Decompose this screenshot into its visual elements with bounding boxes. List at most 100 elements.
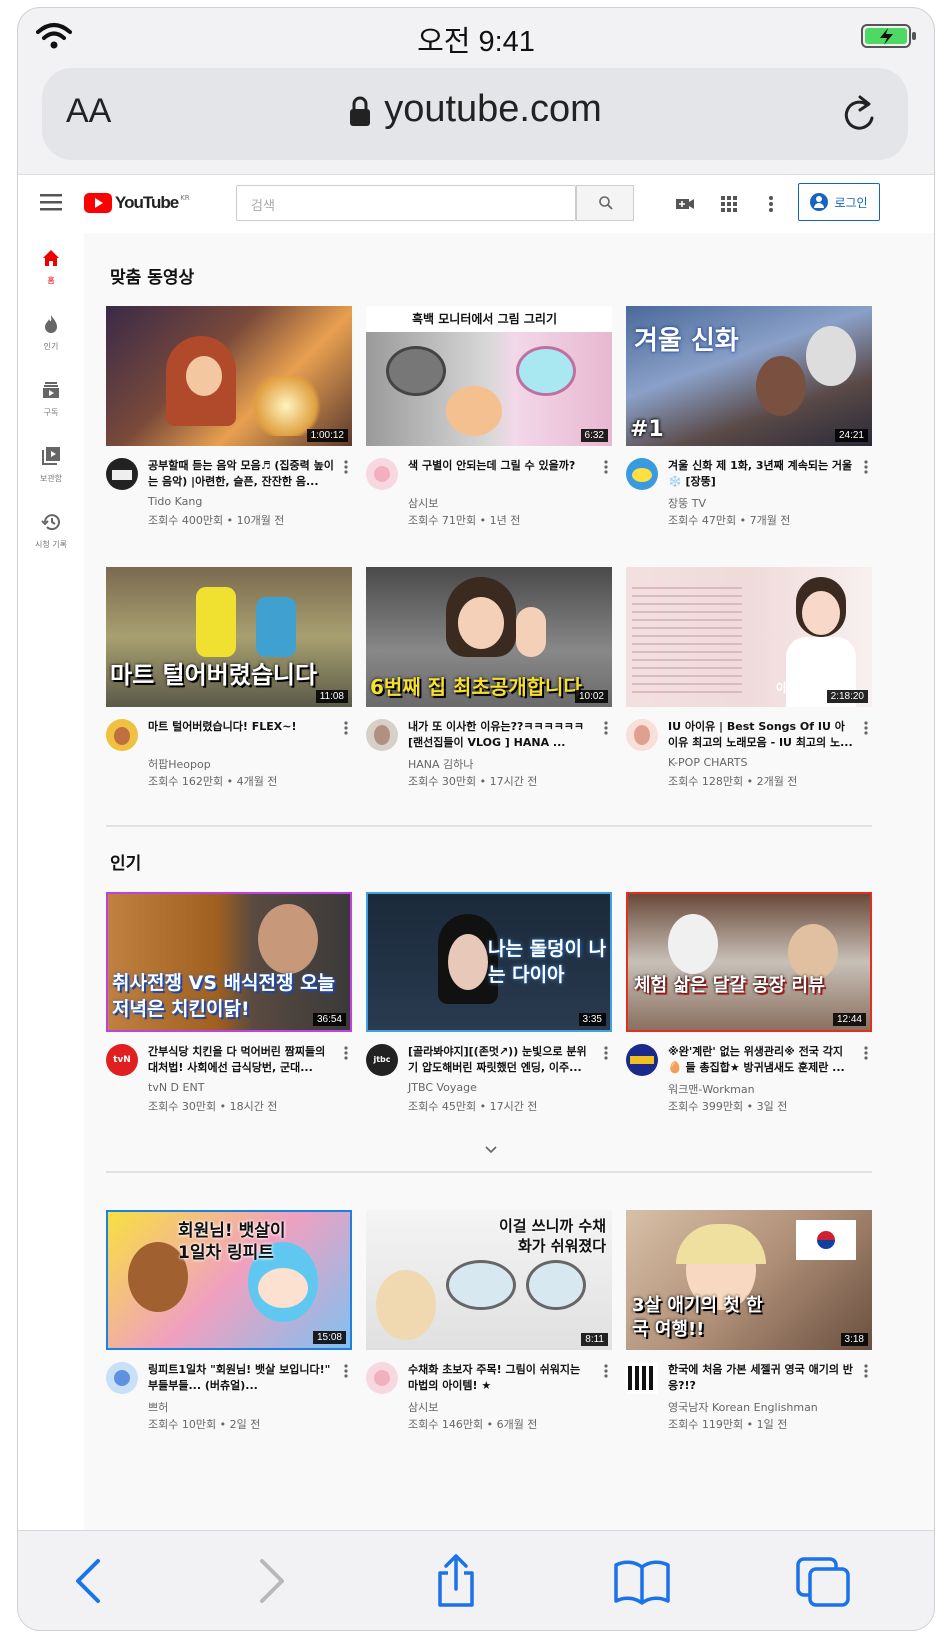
video-card[interactable]: 아이유 2:18:20 IU 아이유 | Best Songs Of IU 아이… <box>626 567 872 799</box>
channel-avatar[interactable] <box>106 719 138 751</box>
video-card[interactable]: 이걸 쓰니까 수채화가 쉬워졌다 8:11 수채화 초보자 주목! 그림이 쉬워… <box>366 1210 612 1442</box>
video-thumbnail[interactable]: 나는 돌덩이 나는 다이아 3:35 <box>366 892 612 1032</box>
video-card[interactable]: 흑백 모니터에서 그림 그리기 6:32 색 구별이 안되는데 그릴 수 있을까… <box>366 306 612 538</box>
more-vert-icon[interactable] <box>344 721 348 735</box>
more-vert-icon[interactable] <box>864 1046 868 1060</box>
more-vert-icon[interactable] <box>604 460 608 474</box>
video-card[interactable]: 마트 털어버렸습니다 11:08 마트 털어버렸습니다! FLEX~! 허팝He… <box>106 567 352 799</box>
video-card[interactable]: 6번째 집 최초공개합니다 10:02 내가 또 이사한 이유는??ㅋㅋㅋㅋㅋㅋ… <box>366 567 612 799</box>
address-bar[interactable]: AA youtube.com <box>42 68 908 160</box>
video-thumbnail[interactable]: 1:00:12 <box>106 306 352 446</box>
more-vert-icon[interactable] <box>604 1364 608 1378</box>
more-vert-icon[interactable] <box>344 460 348 474</box>
video-title[interactable]: [골라봐야지][(존멋↗)) 눈빛으로 분위기 압도해버린 짜릿했던 엔딩, 이… <box>408 1044 594 1076</box>
more-vert-icon[interactable] <box>864 721 868 735</box>
bookmarks-icon[interactable] <box>612 1553 672 1609</box>
video-card[interactable]: 취사전쟁 VS 배식전쟁 오늘 저녁은 치킨이닭! 36:54 tvN 간부식당… <box>106 892 352 1124</box>
channel-avatar[interactable] <box>366 719 398 751</box>
channel-name[interactable]: 쁘허 <box>148 1399 168 1415</box>
reload-icon[interactable] <box>840 92 880 136</box>
login-button[interactable]: 로그인 <box>798 183 880 221</box>
tabs-icon[interactable] <box>794 1553 854 1609</box>
sidebar-item-subscriptions[interactable]: 구독 <box>18 379 84 418</box>
video-title[interactable]: 간부식당 치킨을 다 먹어버린 짬찌들의 대처법! 사회에선 급식당번, 군대.… <box>148 1044 334 1076</box>
video-thumbnail[interactable]: 마트 털어버렸습니다 11:08 <box>106 567 352 707</box>
video-duration: 2:18:20 <box>826 690 868 703</box>
video-title[interactable]: 링피트1일차 "회원님! 뱃살 보입니다!" 부들부들... (버츄얼)... <box>148 1362 334 1394</box>
channel-avatar[interactable] <box>626 719 658 751</box>
video-title[interactable]: 마트 털어버렸습니다! FLEX~! <box>148 719 334 751</box>
more-vert-icon[interactable] <box>604 1046 608 1060</box>
video-thumbnail[interactable]: 흑백 모니터에서 그림 그리기 6:32 <box>366 306 612 446</box>
back-icon[interactable] <box>60 1553 120 1609</box>
channel-avatar[interactable] <box>626 1362 658 1394</box>
channel-avatar[interactable] <box>106 1362 138 1394</box>
apps-grid-icon[interactable] <box>718 193 740 215</box>
video-title[interactable]: 색 구별이 안되는데 그릴 수 있을까? <box>408 458 594 490</box>
video-duration: 12:44 <box>832 1013 866 1026</box>
more-vert-icon[interactable] <box>864 1364 868 1378</box>
channel-avatar[interactable] <box>106 458 138 490</box>
channel-name[interactable]: tvN D ENT <box>148 1081 204 1094</box>
url-display[interactable]: youtube.com <box>42 88 908 131</box>
video-title[interactable]: ※완'계란' 없는 위생관리※ 전국 각지🥚 들 총집합★ 방귀냄새도 훈제란 … <box>668 1044 854 1076</box>
video-title[interactable]: IU 아이유 | Best Songs Of IU 아이유 최고의 노래모음 -… <box>668 719 854 751</box>
video-card[interactable]: 겨울 신화 #1 24:21 겨울 신화 제 1화, 3년째 계속되는 거울 ❄… <box>626 306 872 538</box>
forward-icon[interactable] <box>240 1553 300 1609</box>
channel-name[interactable]: 허팝Heopop <box>148 756 211 772</box>
channel-name[interactable]: HANA 김하나 <box>408 756 473 772</box>
channel-name[interactable]: 워크맨-Workman <box>668 1081 755 1097</box>
channel-name[interactable]: 장뚱 TV <box>668 495 706 511</box>
more-vert-icon[interactable] <box>344 1046 348 1060</box>
more-vert-icon[interactable] <box>604 721 608 735</box>
video-thumbnail[interactable]: 회원님! 뱃살이 1일차 링피트 15:08 <box>106 1210 352 1350</box>
sidebar-item-trending[interactable]: 인기 <box>18 313 84 352</box>
video-title[interactable]: 겨울 신화 제 1화, 3년째 계속되는 거울 ❄️ [장뚱] <box>668 458 854 490</box>
channel-name[interactable]: JTBC Voyage <box>408 1081 477 1094</box>
more-vert-icon[interactable] <box>344 1364 348 1378</box>
create-video-icon[interactable] <box>674 193 696 215</box>
video-thumbnail[interactable]: 아이유 2:18:20 <box>626 567 872 707</box>
channel-name[interactable]: Tido Kang <box>148 495 202 508</box>
channel-name[interactable]: 영국남자 Korean Englishman <box>668 1399 818 1415</box>
youtube-header: YouTube KR 검색 로그인 <box>18 175 934 233</box>
video-card[interactable]: 회원님! 뱃살이 1일차 링피트 15:08 링피트1일차 "회원님! 뱃살 보… <box>106 1210 352 1442</box>
video-card[interactable]: 체험 삶은 달걀 공장 리뷰 12:44 ※완'계란' 없는 위생관리※ 전국 … <box>626 892 872 1124</box>
sidebar-item-home[interactable]: 홈 <box>18 247 84 286</box>
video-title[interactable]: 수채화 초보자 주목! 그림이 쉬워지는 마법의 아이템! ★ <box>408 1362 594 1394</box>
channel-avatar[interactable] <box>366 458 398 490</box>
youtube-logo[interactable]: YouTube KR <box>84 193 190 213</box>
sidebar-item-history[interactable]: 시청 기록 <box>18 511 84 550</box>
video-thumbnail[interactable]: 이걸 쓰니까 수채화가 쉬워졌다 8:11 <box>366 1210 612 1350</box>
video-title[interactable]: 공부할때 듣는 음악 모음♬ (집중력 높이는 음악) |아련한, 슬픈, 잔잔… <box>148 458 334 490</box>
sidebar-item-library[interactable]: 보관함 <box>18 445 84 484</box>
video-title[interactable]: 내가 또 이사한 이유는??ㅋㅋㅋㅋㅋㅋ [랜선집들이 VLOG ] HANA … <box>408 719 594 751</box>
thumbnail-overlay-text: 이걸 쓰니까 수채화가 쉬워졌다 <box>498 1217 606 1255</box>
share-icon[interactable] <box>426 1553 486 1609</box>
video-thumbnail[interactable]: 체험 삶은 달걀 공장 리뷰 12:44 <box>626 892 872 1032</box>
channel-avatar[interactable] <box>626 458 658 490</box>
channel-avatar[interactable] <box>366 1362 398 1394</box>
video-card[interactable]: 나는 돌덩이 나는 다이아 3:35 jtbc [골라봐야지][(존멋↗)) 눈… <box>366 892 612 1124</box>
search-button[interactable] <box>576 185 634 221</box>
more-vert-icon[interactable] <box>760 193 782 215</box>
video-stats: 조회수 30만회 • 17시간 전 <box>408 775 538 788</box>
video-thumbnail[interactable]: 6번째 집 최초공개합니다 10:02 <box>366 567 612 707</box>
video-card[interactable]: 1:00:12 공부할때 듣는 음악 모음♬ (집중력 높이는 음악) |아련한… <box>106 306 352 538</box>
channel-name[interactable]: K-POP CHARTS <box>668 756 747 769</box>
channel-avatar[interactable]: jtbc <box>366 1044 398 1076</box>
channel-name[interactable]: 삼시보 <box>408 495 438 511</box>
search-input[interactable]: 검색 <box>236 185 576 221</box>
video-title[interactable]: 한국에 처음 가본 세젤귀 영국 애기의 반응?!? <box>668 1362 854 1394</box>
video-thumbnail[interactable]: 취사전쟁 VS 배식전쟁 오늘 저녁은 치킨이닭! 36:54 <box>106 892 352 1032</box>
more-vert-icon[interactable] <box>864 460 868 474</box>
region-code: KR <box>180 194 190 202</box>
video-thumbnail[interactable]: 겨울 신화 #1 24:21 <box>626 306 872 446</box>
menu-icon[interactable] <box>40 193 62 211</box>
video-thumbnail[interactable]: 3살 애기의 첫 한국 여행!! 3:18 <box>626 1210 872 1350</box>
channel-name[interactable]: 삼시보 <box>408 1399 438 1415</box>
video-card[interactable]: 3살 애기의 첫 한국 여행!! 3:18 한국에 처음 가본 세젤귀 영국 애… <box>626 1210 872 1442</box>
channel-avatar[interactable]: tvN <box>106 1044 138 1076</box>
channel-avatar[interactable] <box>626 1044 658 1076</box>
expand-chevron-icon[interactable] <box>484 1145 498 1155</box>
